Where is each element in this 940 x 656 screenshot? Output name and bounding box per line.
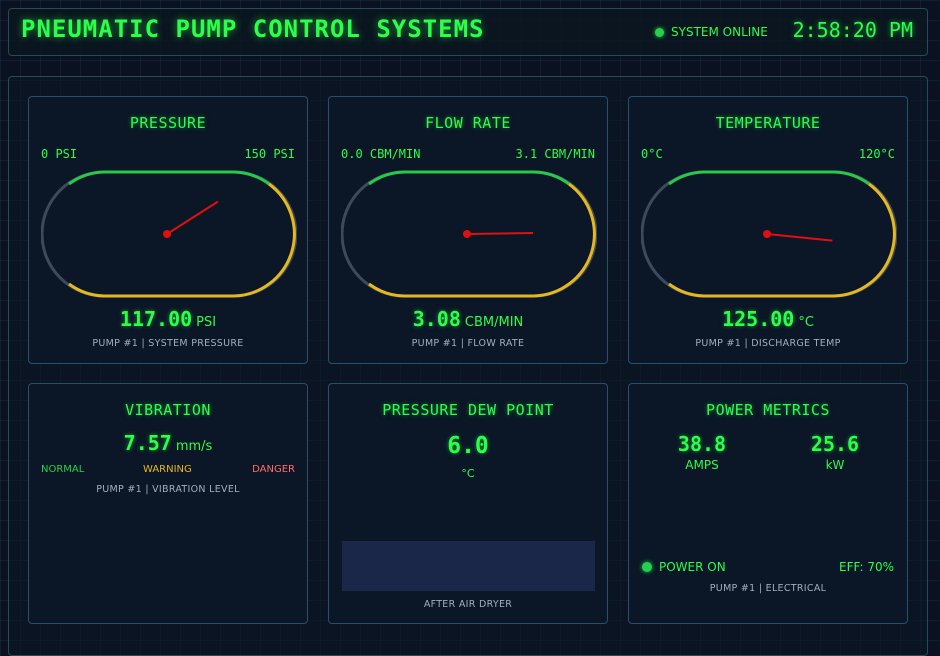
- dew-point-unit: °C: [461, 467, 475, 480]
- flow-rate-gauge: [341, 170, 597, 298]
- gauge-needle-hub: [763, 230, 771, 238]
- gauge-value-number: 3.08: [412, 307, 461, 331]
- level-normal: NORMAL: [41, 464, 85, 475]
- gauge-needle: [166, 200, 219, 235]
- gauge-value-number: 125.00: [722, 307, 795, 331]
- gauge-value-number: 117.00: [119, 307, 193, 331]
- panel-caption: AFTER AIR DRYER: [423, 599, 513, 610]
- header-bar: PNEUMATIC PUMP CONTROL SYSTEMS SYSTEM ON…: [8, 8, 928, 56]
- range-max: 120°C: [858, 147, 895, 161]
- panel-caption: PUMP #1 | SYSTEM PRESSURE: [92, 338, 244, 349]
- level-danger: DANGER: [252, 464, 295, 475]
- gauge-needle: [766, 233, 833, 242]
- amps-value: 38.8: [677, 432, 727, 456]
- amps-label: AMPS: [685, 458, 719, 472]
- dew-point-value-number: 6.0: [447, 433, 489, 459]
- pressure-panel: PRESSURE 0 PSI 150 PSI 117.00 PSI PUMP #1…: [28, 96, 308, 364]
- gauge-value-unit: °C: [798, 315, 814, 330]
- panel-title: FLOW RATE: [425, 114, 511, 132]
- gauge-needle-hub: [463, 230, 471, 238]
- dew-point-unit-row: °C: [329, 462, 607, 481]
- gauge-value-unit: CBM/MIN: [464, 315, 524, 330]
- dew-point-panel: PRESSURE DEW POINT 6.0 °C AFTER AIR DRYE…: [328, 383, 608, 624]
- dew-point-bar: [342, 541, 595, 591]
- dew-point-value: 6.0: [329, 433, 607, 459]
- panel-title: TEMPERATURE: [715, 114, 821, 132]
- temperature-gauge: [641, 170, 897, 298]
- range-min: 0.0 CBM/MIN: [341, 147, 421, 161]
- kw-metric: 25.6 kW: [785, 432, 885, 472]
- temperature-panel: TEMPERATURE 0°C 120°C 125.00 °C PUMP #1 |…: [628, 96, 908, 364]
- power-status-dot-icon: [642, 562, 652, 572]
- clock: 2:58:20 PM: [792, 18, 913, 42]
- vibration-value: 7.57 mm/s: [29, 431, 307, 455]
- status-dot-icon: [655, 27, 664, 37]
- range-max: 3.1 CBM/MIN: [515, 147, 595, 161]
- vibration-value-number: 7.57: [123, 431, 172, 455]
- panel-caption: PUMP #1 | ELECTRICAL: [709, 583, 827, 594]
- power-status-text: POWER ON: [659, 560, 726, 574]
- kw-value: 25.6: [810, 432, 860, 456]
- power-panel: POWER METRICS 38.8 AMPS 25.6 kW POWER ON…: [628, 383, 908, 624]
- panel-title: PRESSURE DEW POINT: [382, 401, 554, 419]
- gauge-value: 117.00 PSI: [29, 307, 307, 331]
- panel-title: PRESSURE: [129, 114, 207, 132]
- panel-title: POWER METRICS: [706, 401, 830, 419]
- gauge-warning-arc: [68, 182, 296, 298]
- range-min: 0°C: [641, 147, 663, 161]
- power-status: POWER ON: [642, 560, 726, 574]
- gauge-value: 3.08 CBM/MIN: [329, 307, 607, 331]
- system-status: SYSTEM ONLINE: [655, 25, 768, 39]
- panel-caption: PUMP #1 | VIBRATION LEVEL: [96, 484, 240, 495]
- efficiency-value: EFF: 70%: [839, 560, 894, 574]
- gauge-warning-arc: [368, 182, 596, 298]
- dashboard-main: PRESSURE 0 PSI 150 PSI 117.00 PSI PUMP #1…: [8, 76, 928, 656]
- system-status-text: SYSTEM ONLINE: [671, 25, 768, 39]
- gauge-normal-arc: [68, 170, 270, 186]
- panel-title: VIBRATION: [125, 401, 211, 419]
- gauge-warning-arc: [668, 182, 896, 298]
- app-title: PNEUMATIC PUMP CONTROL SYSTEMS: [21, 15, 485, 43]
- flow-rate-panel: FLOW RATE 0.0 CBM/MIN 3.1 CBM/MIN 3.08 CB…: [328, 96, 608, 364]
- gauge-needle-hub: [163, 230, 171, 238]
- pressure-gauge: [41, 170, 297, 298]
- gauge-normal-arc: [668, 170, 870, 186]
- vibration-panel: VIBRATION 7.57 mm/s NORMAL WARNING DANGER…: [28, 383, 308, 624]
- panel-caption: PUMP #1 | FLOW RATE: [411, 338, 525, 349]
- kw-label: kW: [825, 458, 845, 472]
- gauge-needle: [466, 231, 534, 235]
- range-min: 0 PSI: [41, 147, 78, 161]
- gauge-value-unit: PSI: [196, 315, 217, 330]
- level-warning: WARNING: [143, 464, 192, 475]
- panel-caption: PUMP #1 | DISCHARGE TEMP: [695, 338, 841, 349]
- gauge-normal-arc: [368, 170, 570, 186]
- range-max: 150 PSI: [244, 147, 295, 161]
- gauge-value: 125.00 °C: [629, 307, 907, 331]
- vibration-value-unit: mm/s: [175, 439, 213, 454]
- amps-metric: 38.8 AMPS: [652, 432, 752, 472]
